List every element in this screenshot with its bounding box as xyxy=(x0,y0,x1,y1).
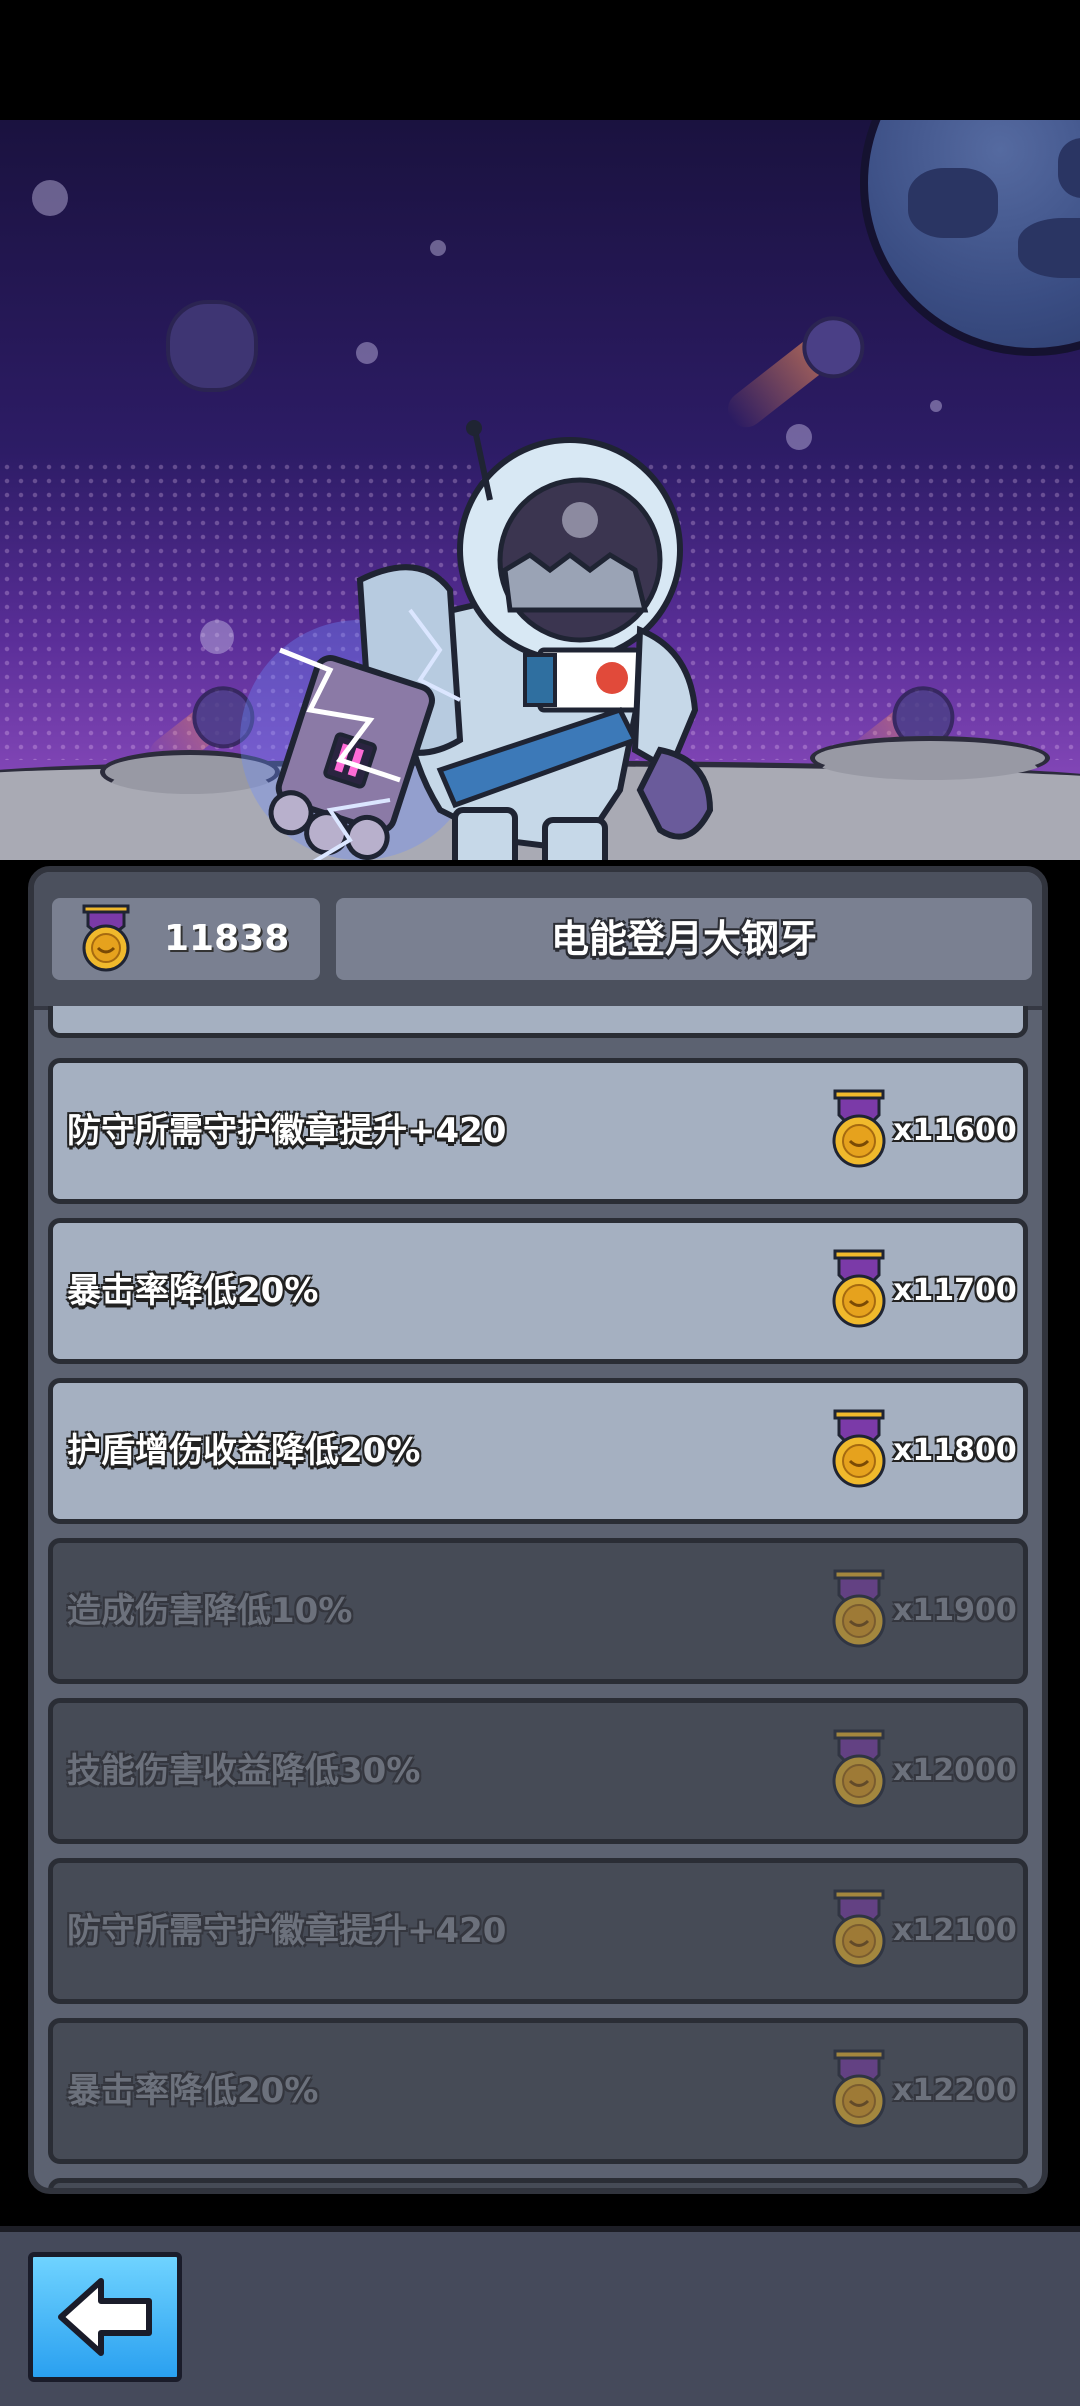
list-item-locked[interactable]: 技能伤害收益降低30% x12000 xyxy=(48,1698,1028,1844)
upgrade-cost: x12200 xyxy=(893,2073,1017,2108)
panel-header: 11838 电能登月大钢牙 xyxy=(34,872,1042,1010)
upgrade-cost: x11800 xyxy=(893,1433,1017,1468)
back-arrow-icon xyxy=(58,2278,152,2356)
list-item-locked[interactable]: 防守所需守护徽章提升+420 x12100 xyxy=(48,1858,1028,2004)
upgrade-cost: x12100 xyxy=(893,1913,1017,1948)
list-item[interactable]: 防守所需守护徽章提升+420 x11600 xyxy=(48,1058,1028,1204)
upgrade-cost: x12000 xyxy=(893,1753,1017,1788)
upgrade-label: 暴击率降低20% xyxy=(67,1271,319,1311)
upgrade-cost: x11900 xyxy=(893,1593,1017,1628)
badge-count-box: 11838 xyxy=(52,898,320,980)
planet-decoration xyxy=(860,120,1080,356)
badge-count: 11838 xyxy=(164,918,290,959)
list-item-partial xyxy=(48,1006,1028,1038)
upgrade-label: 防守所需守护徽章提升+420 xyxy=(67,1111,507,1151)
back-button[interactable] xyxy=(28,2252,182,2382)
upgrade-list[interactable]: 防守所需守护徽章提升+420 x11600 暴击率降低20% x11700 护盾… xyxy=(34,1006,1042,2188)
guardian-medal-icon xyxy=(832,2049,886,2128)
guardian-medal-icon xyxy=(832,1729,886,1808)
guardian-medal-icon xyxy=(82,904,130,972)
page-title: 电能登月大钢牙 xyxy=(550,917,817,961)
upgrade-cost: x11600 xyxy=(893,1113,1017,1148)
upgrade-label: 技能伤害收益降低30% xyxy=(67,1751,421,1791)
status-bar xyxy=(0,0,1080,120)
upgrade-label: 造成伤害降低10% xyxy=(67,1591,353,1631)
upgrade-panel: 11838 电能登月大钢牙 防守所需守护徽章提升+420 x11600 暴击率降… xyxy=(28,866,1048,2194)
list-item[interactable]: 暴击率降低20% x11700 xyxy=(48,1218,1028,1364)
asteroid-decoration xyxy=(166,300,258,392)
list-item-locked[interactable]: 造成伤害降低10% x11900 xyxy=(48,1538,1028,1684)
guardian-medal-icon xyxy=(832,1089,886,1168)
guardian-medal-icon xyxy=(832,1569,886,1648)
character-robot-art xyxy=(240,410,800,860)
upgrade-label: 防守所需守护徽章提升+420 xyxy=(67,1911,507,1951)
guardian-medal-icon xyxy=(832,1889,886,1968)
list-item[interactable]: 护盾增伤收益降低20% x11800 xyxy=(48,1378,1028,1524)
upgrade-label: 护盾增伤收益降低20% xyxy=(67,1431,421,1471)
guardian-medal-icon xyxy=(832,1409,886,1488)
crater-decoration xyxy=(810,736,1050,780)
character-scene xyxy=(0,120,1080,860)
list-item-locked[interactable]: 暴击率降低20% x12200 xyxy=(48,2018,1028,2164)
list-item-partial xyxy=(48,2178,1028,2188)
title-box: 电能登月大钢牙 xyxy=(336,898,1032,980)
upgrade-label: 暴击率降低20% xyxy=(67,2071,319,2111)
guardian-medal-icon xyxy=(832,1249,886,1328)
bottom-bar xyxy=(0,2226,1080,2406)
upgrade-cost: x11700 xyxy=(893,1273,1017,1308)
